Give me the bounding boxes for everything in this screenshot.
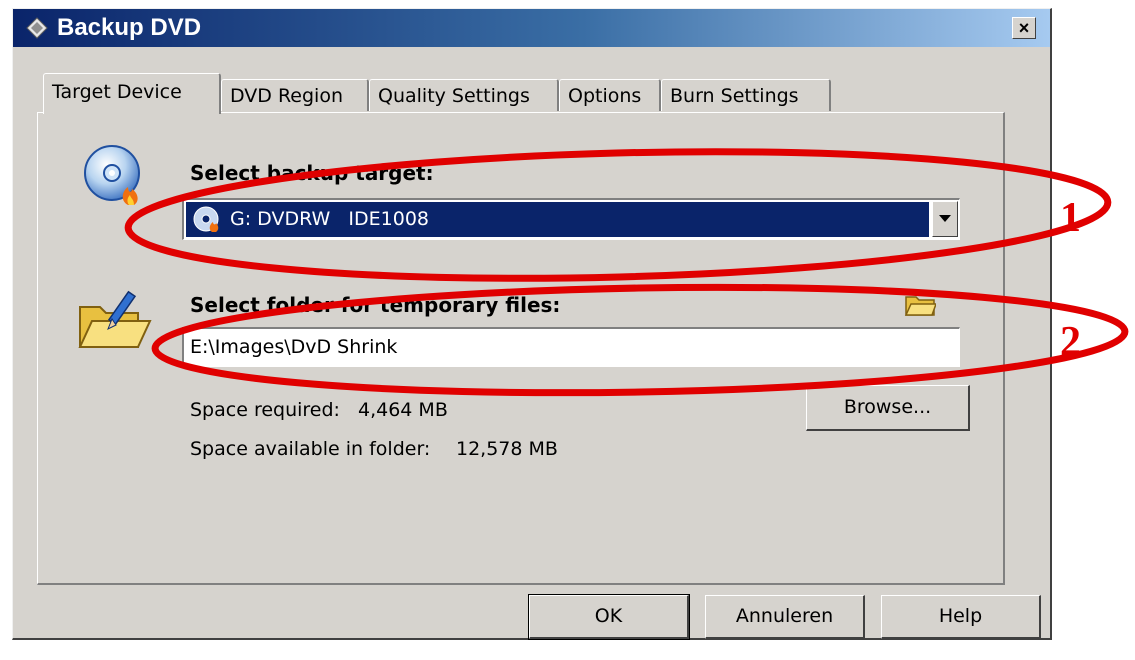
dropdown-arrow-button[interactable] xyxy=(932,201,958,237)
temp-folder-input[interactable]: E:\Images\DvD Shrink xyxy=(182,327,960,367)
select-target-label: Select backup target: xyxy=(190,161,434,185)
folder-icon[interactable] xyxy=(904,291,936,317)
browse-button[interactable]: Browse... xyxy=(806,385,970,431)
close-button[interactable]: × xyxy=(1012,17,1036,39)
tab-dvd-region[interactable]: DVD Region xyxy=(221,79,369,111)
selected-device: G: DVDRW IDE1008 xyxy=(185,201,930,238)
ok-button[interactable]: OK xyxy=(528,594,690,640)
selected-device-text: G: DVDRW IDE1008 xyxy=(230,208,430,230)
cancel-button[interactable]: Annuleren xyxy=(705,595,865,639)
target-device-panel: Select backup target: G: DVDRW IDE1008 S… xyxy=(37,112,1005,585)
space-required-label: Space required: xyxy=(190,399,340,421)
tab-quality-settings[interactable]: Quality Settings xyxy=(369,79,559,111)
space-required-value: 4,464 MB xyxy=(358,399,448,421)
tab-burn-settings[interactable]: Burn Settings xyxy=(661,79,831,111)
annotation-number-1: 1 xyxy=(1060,195,1081,241)
folder-edit-icon xyxy=(78,290,152,348)
dvd-burn-icon xyxy=(84,145,140,205)
window-title: Backup DVD xyxy=(57,14,202,41)
dvd-drive-icon xyxy=(193,206,219,232)
backup-dvd-icon xyxy=(26,17,48,39)
backup-dvd-dialog: Backup DVD × Target Device DVD Region Qu… xyxy=(12,8,1052,640)
help-button[interactable]: Help xyxy=(881,595,1041,639)
backup-target-dropdown[interactable]: G: DVDRW IDE1008 xyxy=(182,198,960,240)
tab-options[interactable]: Options xyxy=(559,79,661,111)
chevron-down-icon xyxy=(939,215,951,222)
space-available-label: Space available in folder: xyxy=(190,438,431,460)
tab-target-device[interactable]: Target Device xyxy=(43,73,221,114)
annotation-number-2: 2 xyxy=(1060,319,1081,365)
space-available-value: 12,578 MB xyxy=(456,438,558,460)
title-bar[interactable]: Backup DVD × xyxy=(13,9,1050,47)
temp-folder-label: Select folder for temporary files: xyxy=(190,293,561,317)
